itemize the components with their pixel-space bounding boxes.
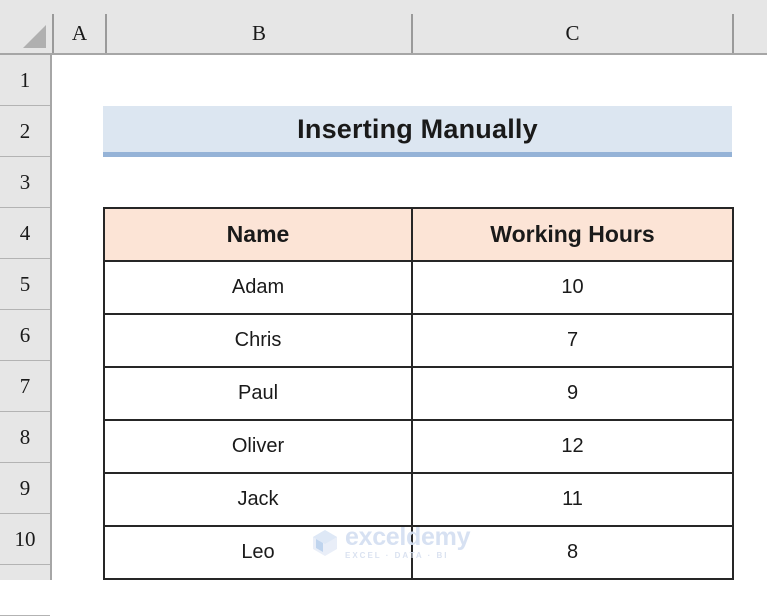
row-header-6[interactable]: 6 [0, 310, 50, 361]
column-header-d[interactable] [732, 14, 767, 53]
cell-name[interactable]: Jack [103, 472, 413, 527]
column-header-band: A B C [0, 14, 767, 55]
row-header-4[interactable]: 4 [0, 208, 50, 259]
data-table: Name Working Hours Adam 10 Chris 7 Paul … [103, 207, 734, 580]
cell-hours[interactable]: 10 [411, 260, 734, 315]
table-row: Adam 10 [103, 260, 734, 315]
row-header-3[interactable]: 3 [0, 157, 50, 208]
row-header-1[interactable]: 1 [0, 55, 50, 106]
cell-hours[interactable]: 12 [411, 419, 734, 474]
row-header-2[interactable]: 2 [0, 106, 50, 157]
table-header-row: Name Working Hours [103, 207, 734, 262]
table-row: Jack 11 [103, 472, 734, 527]
sheet-title-text: Inserting Manually [297, 113, 538, 144]
cell-hours[interactable]: 8 [411, 525, 734, 580]
cell-name[interactable]: Paul [103, 366, 413, 421]
row-header-8[interactable]: 8 [0, 412, 50, 463]
row-header-band: 1 2 3 4 5 6 7 8 9 10 [0, 55, 52, 616]
row-header-7[interactable]: 7 [0, 361, 50, 412]
select-all-triangle-icon [23, 25, 46, 48]
cell-name[interactable]: Oliver [103, 419, 413, 474]
row-header-10[interactable]: 10 [0, 514, 50, 565]
top-margin-strip [0, 0, 767, 14]
table-row: Chris 7 [103, 313, 734, 368]
column-header-name[interactable]: Name [103, 207, 413, 262]
column-header-hours[interactable]: Working Hours [411, 207, 734, 262]
row-header-5[interactable]: 5 [0, 259, 50, 310]
table-row: Leo 8 [103, 525, 734, 580]
spreadsheet-grid: A B C 1 2 3 4 5 6 7 8 9 10 Inserting Man… [0, 0, 767, 616]
cell-hours[interactable]: 9 [411, 366, 734, 421]
cell-name[interactable]: Leo [103, 525, 413, 580]
cell-name[interactable]: Chris [103, 313, 413, 368]
select-all-button[interactable] [0, 14, 52, 53]
table-row: Oliver 12 [103, 419, 734, 474]
cell-name[interactable]: Adam [103, 260, 413, 315]
cell-hours[interactable]: 11 [411, 472, 734, 527]
column-header-a[interactable]: A [52, 14, 105, 53]
column-header-c[interactable]: C [411, 14, 732, 53]
cell-hours[interactable]: 7 [411, 313, 734, 368]
sheet-title-banner[interactable]: Inserting Manually [103, 106, 732, 157]
table-row: Paul 9 [103, 366, 734, 421]
row-header-9[interactable]: 9 [0, 463, 50, 514]
column-header-b[interactable]: B [105, 14, 411, 53]
row-header-11[interactable] [0, 565, 50, 616]
